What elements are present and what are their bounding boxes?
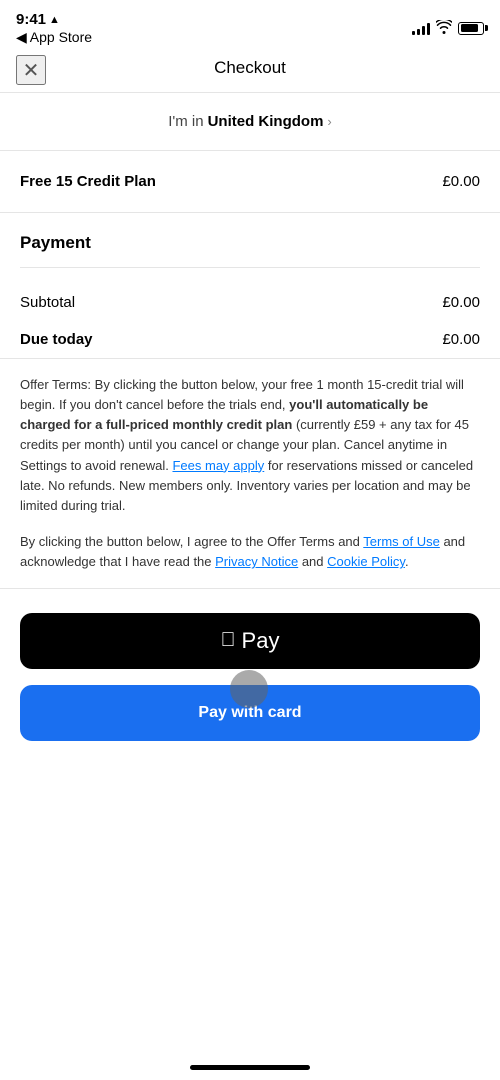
wifi-icon (436, 20, 452, 37)
due-today-label: Due today (20, 331, 93, 348)
header-title: Checkout (214, 58, 286, 78)
checkout-header: ✕ Checkout (0, 48, 500, 93)
app-store-label: App Store (30, 29, 92, 45)
pay-with-card-button[interactable]: Pay with card (20, 685, 480, 741)
status-time: 9:41 (16, 11, 46, 29)
due-today-value: £0.00 (442, 331, 480, 348)
subtotal-row: Subtotal £0.00 (20, 284, 480, 321)
agree-text: By clicking the button below, I agree to… (20, 532, 480, 572)
terms-of-use-link[interactable]: Terms of Use (363, 534, 440, 549)
privacy-notice-link[interactable]: Privacy Notice (215, 554, 298, 569)
terms-section: Offer Terms: By clicking the button belo… (0, 358, 500, 589)
location-row[interactable]: I'm in United Kingdom › (0, 93, 500, 151)
back-chevron-icon: ◀ (16, 29, 27, 46)
payment-title: Payment (20, 233, 480, 253)
app-store-back-button[interactable]: ◀ App Store (16, 29, 92, 46)
fees-may-apply-link[interactable]: Fees may apply (172, 458, 264, 473)
plan-price: £0.00 (442, 173, 480, 190)
buttons-section:  Pay Pay with card (0, 589, 500, 757)
location-arrow-icon: ▲ (49, 14, 60, 26)
status-left: 9:41 ▲ ◀ App Store (16, 11, 92, 46)
cookie-policy-link[interactable]: Cookie Policy (327, 554, 405, 569)
payment-section: Payment Subtotal £0.00 Due today £0.00 (0, 213, 500, 358)
chevron-right-icon: › (327, 114, 331, 129)
due-today-row: Due today £0.00 (20, 321, 480, 358)
close-button[interactable]: ✕ (16, 55, 46, 85)
divider (20, 267, 480, 268)
plan-row: Free 15 Credit Plan £0.00 (0, 151, 500, 213)
location-country: United Kingdom (208, 113, 324, 130)
terms-body: Offer Terms: By clicking the button belo… (20, 375, 480, 516)
apple-pay-label: Pay (242, 628, 280, 654)
subtotal-label: Subtotal (20, 294, 75, 311)
status-right (412, 20, 484, 37)
plan-name: Free 15 Credit Plan (20, 173, 156, 190)
subtotal-value: £0.00 (442, 294, 480, 311)
apple-logo-icon:  (221, 630, 236, 650)
apple-pay-button[interactable]:  Pay (20, 613, 480, 669)
home-indicator (190, 1065, 310, 1070)
battery-icon (458, 22, 484, 35)
location-prefix: I'm in (168, 113, 203, 130)
status-bar: 9:41 ▲ ◀ App Store (0, 0, 500, 48)
signal-bars-icon (412, 21, 430, 35)
